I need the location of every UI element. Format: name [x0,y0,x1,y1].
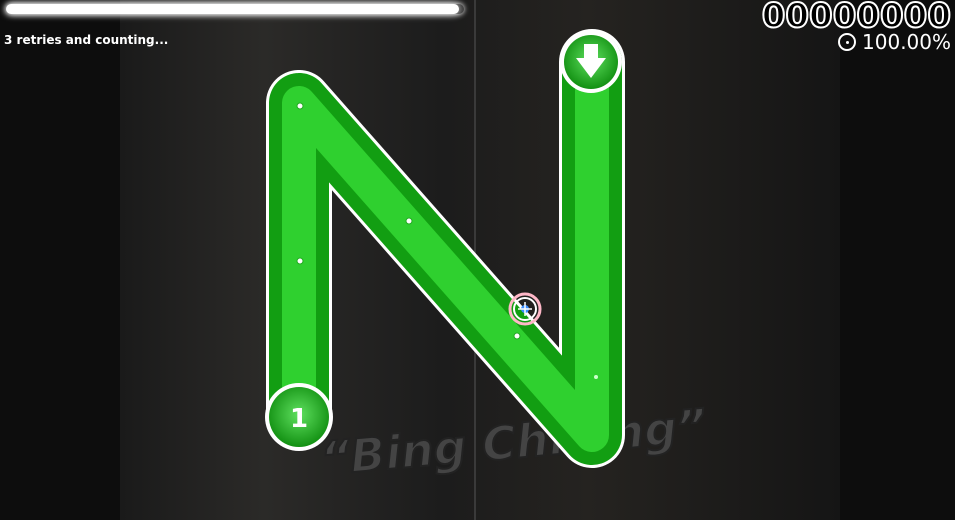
slider-head-hitcircle[interactable]: 1 [265,383,333,451]
playfield: 1 [265,29,625,468]
slider-tick-icon [594,375,598,379]
slider-tick-icon [296,102,304,110]
slider-tick-icon [513,332,521,340]
accuracy-display: 100.00% [838,30,951,54]
accuracy-pie-icon [838,33,857,51]
slider-tick-icon [405,217,413,225]
slider-tick-icon [296,257,304,265]
slider-end-reverse[interactable] [560,31,622,93]
retries-counter: 3 retries and counting... [4,33,169,47]
game-stage: “Bing Chilling” 1 3 retries and counting… [0,0,955,520]
song-progress-fill [6,4,460,14]
combo-number: 1 [290,404,308,434]
cursor-icon [508,292,542,326]
song-progress-bar [6,4,464,14]
accuracy-value: 100.00% [862,30,951,54]
